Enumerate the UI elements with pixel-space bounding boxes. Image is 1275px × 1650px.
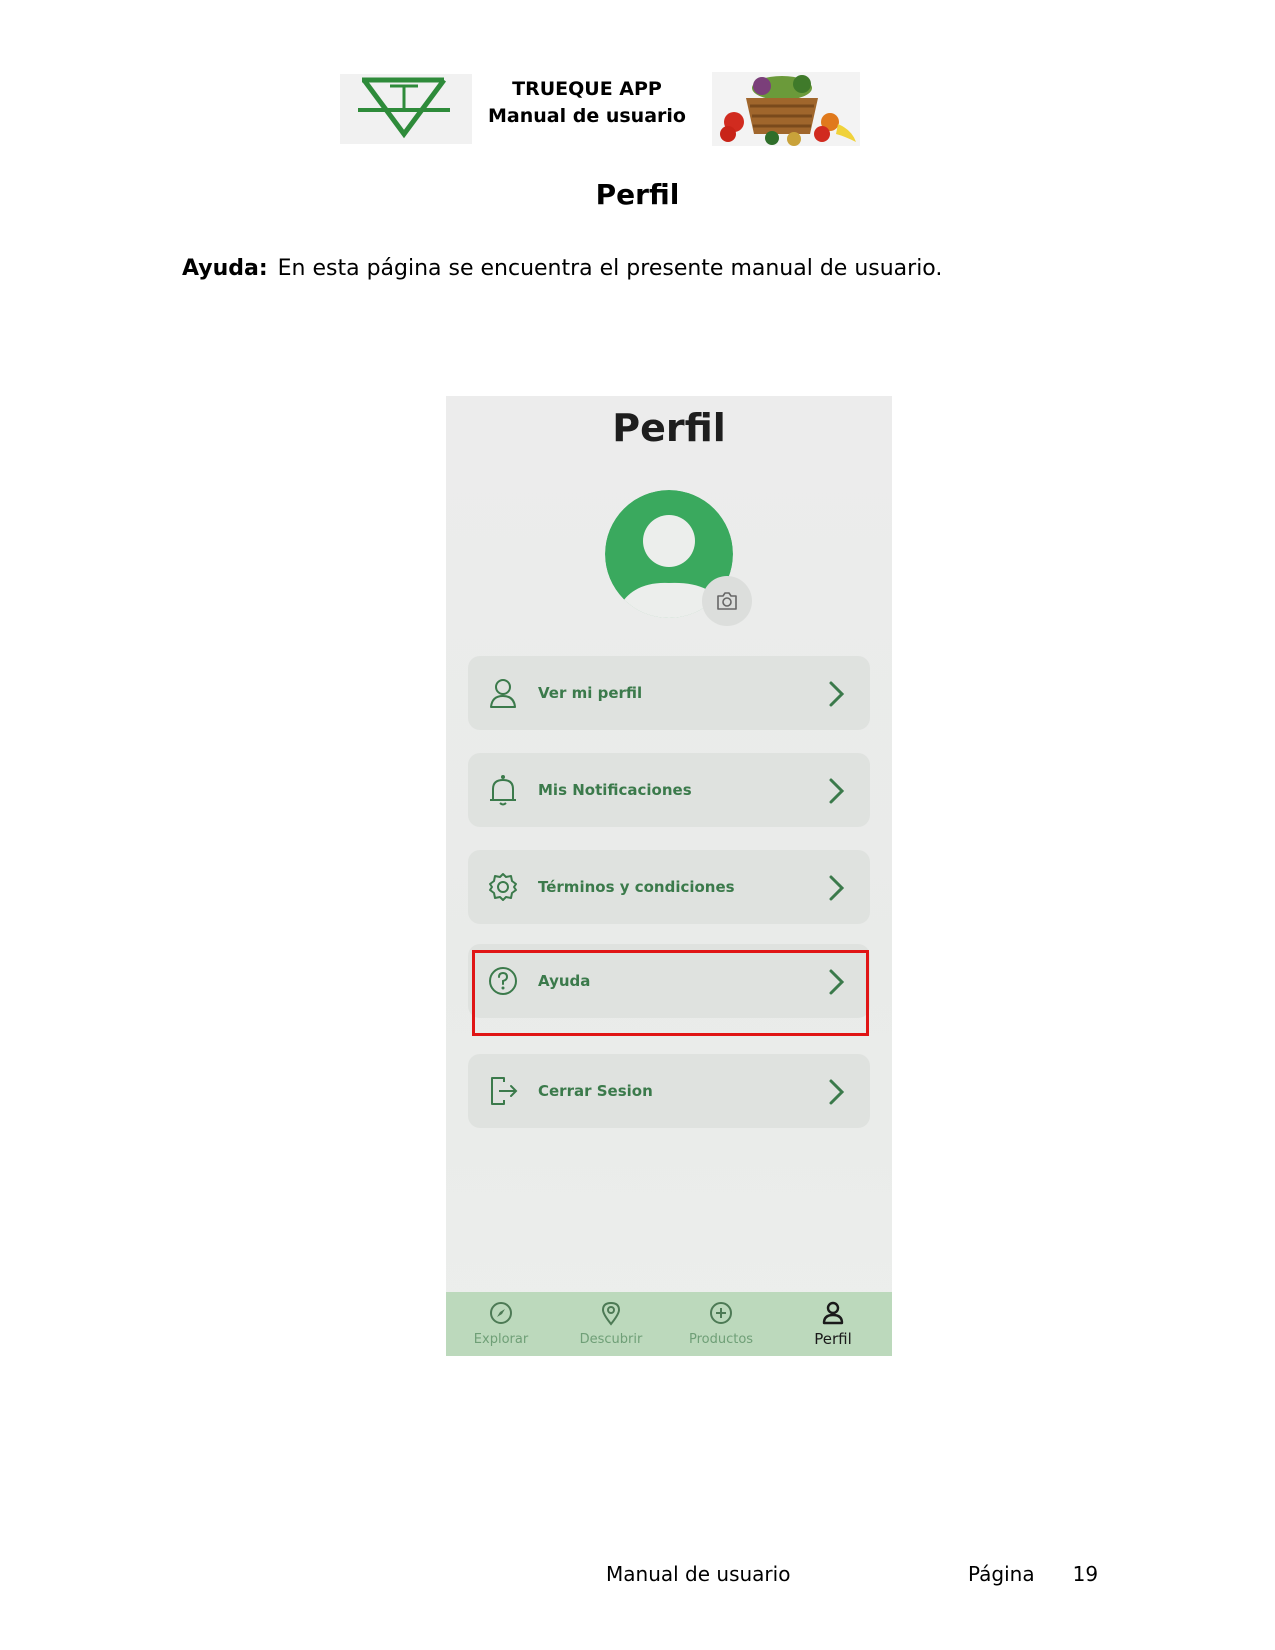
paragraph-text: En esta página se encuentra el presente … <box>277 256 943 281</box>
menu-label: Mis Notificaciones <box>538 781 692 799</box>
menu-item-cerrar-sesion[interactable]: Cerrar Sesion <box>468 1054 870 1128</box>
user-icon <box>822 1301 844 1325</box>
document-header-title: TRUEQUE APP Manual de usuario <box>482 76 692 130</box>
compass-icon <box>490 1302 512 1324</box>
page-number: 19 <box>1072 1562 1099 1586</box>
change-photo-button[interactable] <box>702 576 752 626</box>
location-pin-icon <box>601 1301 621 1326</box>
nav-tab-descubrir[interactable]: Descubrir <box>556 1292 666 1356</box>
highlight-box <box>472 950 869 1036</box>
nav-label: Descubrir <box>579 1332 643 1347</box>
chevron-right-icon <box>829 875 845 901</box>
trueque-logo <box>340 74 472 144</box>
menu-item-terminos[interactable]: Términos y condiciones <box>468 850 870 924</box>
vegetable-basket-icon <box>720 75 856 146</box>
nav-tab-perfil[interactable]: Perfil <box>778 1292 888 1356</box>
menu-item-ver-mi-perfil[interactable]: Ver mi perfil <box>468 656 870 730</box>
header-title-line2: Manual de usuario <box>488 105 686 127</box>
chevron-right-icon <box>829 778 845 804</box>
menu-label: Ver mi perfil <box>538 684 643 702</box>
chevron-right-icon <box>829 1079 845 1105</box>
app-screenshot: Perfil Ver mi perfil Mis Notificaciones … <box>446 396 892 1356</box>
menu-label: Cerrar Sesion <box>538 1082 653 1100</box>
gear-icon <box>489 873 517 901</box>
bottom-navigation: Explorar Descubrir Productos Perfil <box>446 1292 892 1356</box>
app-page-title: Perfil <box>612 406 726 450</box>
nav-tab-explorar[interactable]: Explorar <box>446 1292 556 1356</box>
bell-icon <box>490 775 516 806</box>
footer-title: Manual de usuario <box>606 1562 791 1586</box>
nav-label: Perfil <box>814 1330 852 1348</box>
menu-item-mis-notificaciones[interactable]: Mis Notificaciones <box>468 753 870 827</box>
page-label: Página <box>968 1562 1035 1586</box>
section-title: Perfil <box>595 178 680 211</box>
camera-icon <box>717 592 737 610</box>
logout-icon <box>491 1077 518 1105</box>
footer-page: Página 19 <box>968 1562 1098 1586</box>
paragraph-label: Ayuda: <box>182 256 268 281</box>
menu-label: Términos y condiciones <box>538 878 735 896</box>
nav-label: Explorar <box>473 1332 529 1347</box>
vegetable-basket-image <box>712 72 860 146</box>
help-paragraph: Ayuda: En esta página se encuentra el pre… <box>182 256 942 281</box>
chevron-right-icon <box>829 681 845 707</box>
nav-tab-productos[interactable]: Productos <box>666 1292 776 1356</box>
plus-circle-icon <box>710 1302 732 1324</box>
user-icon <box>490 679 516 708</box>
trueque-logo-icon <box>358 77 450 139</box>
header-title-line1: TRUEQUE APP <box>512 78 662 100</box>
nav-label: Productos <box>688 1332 754 1347</box>
